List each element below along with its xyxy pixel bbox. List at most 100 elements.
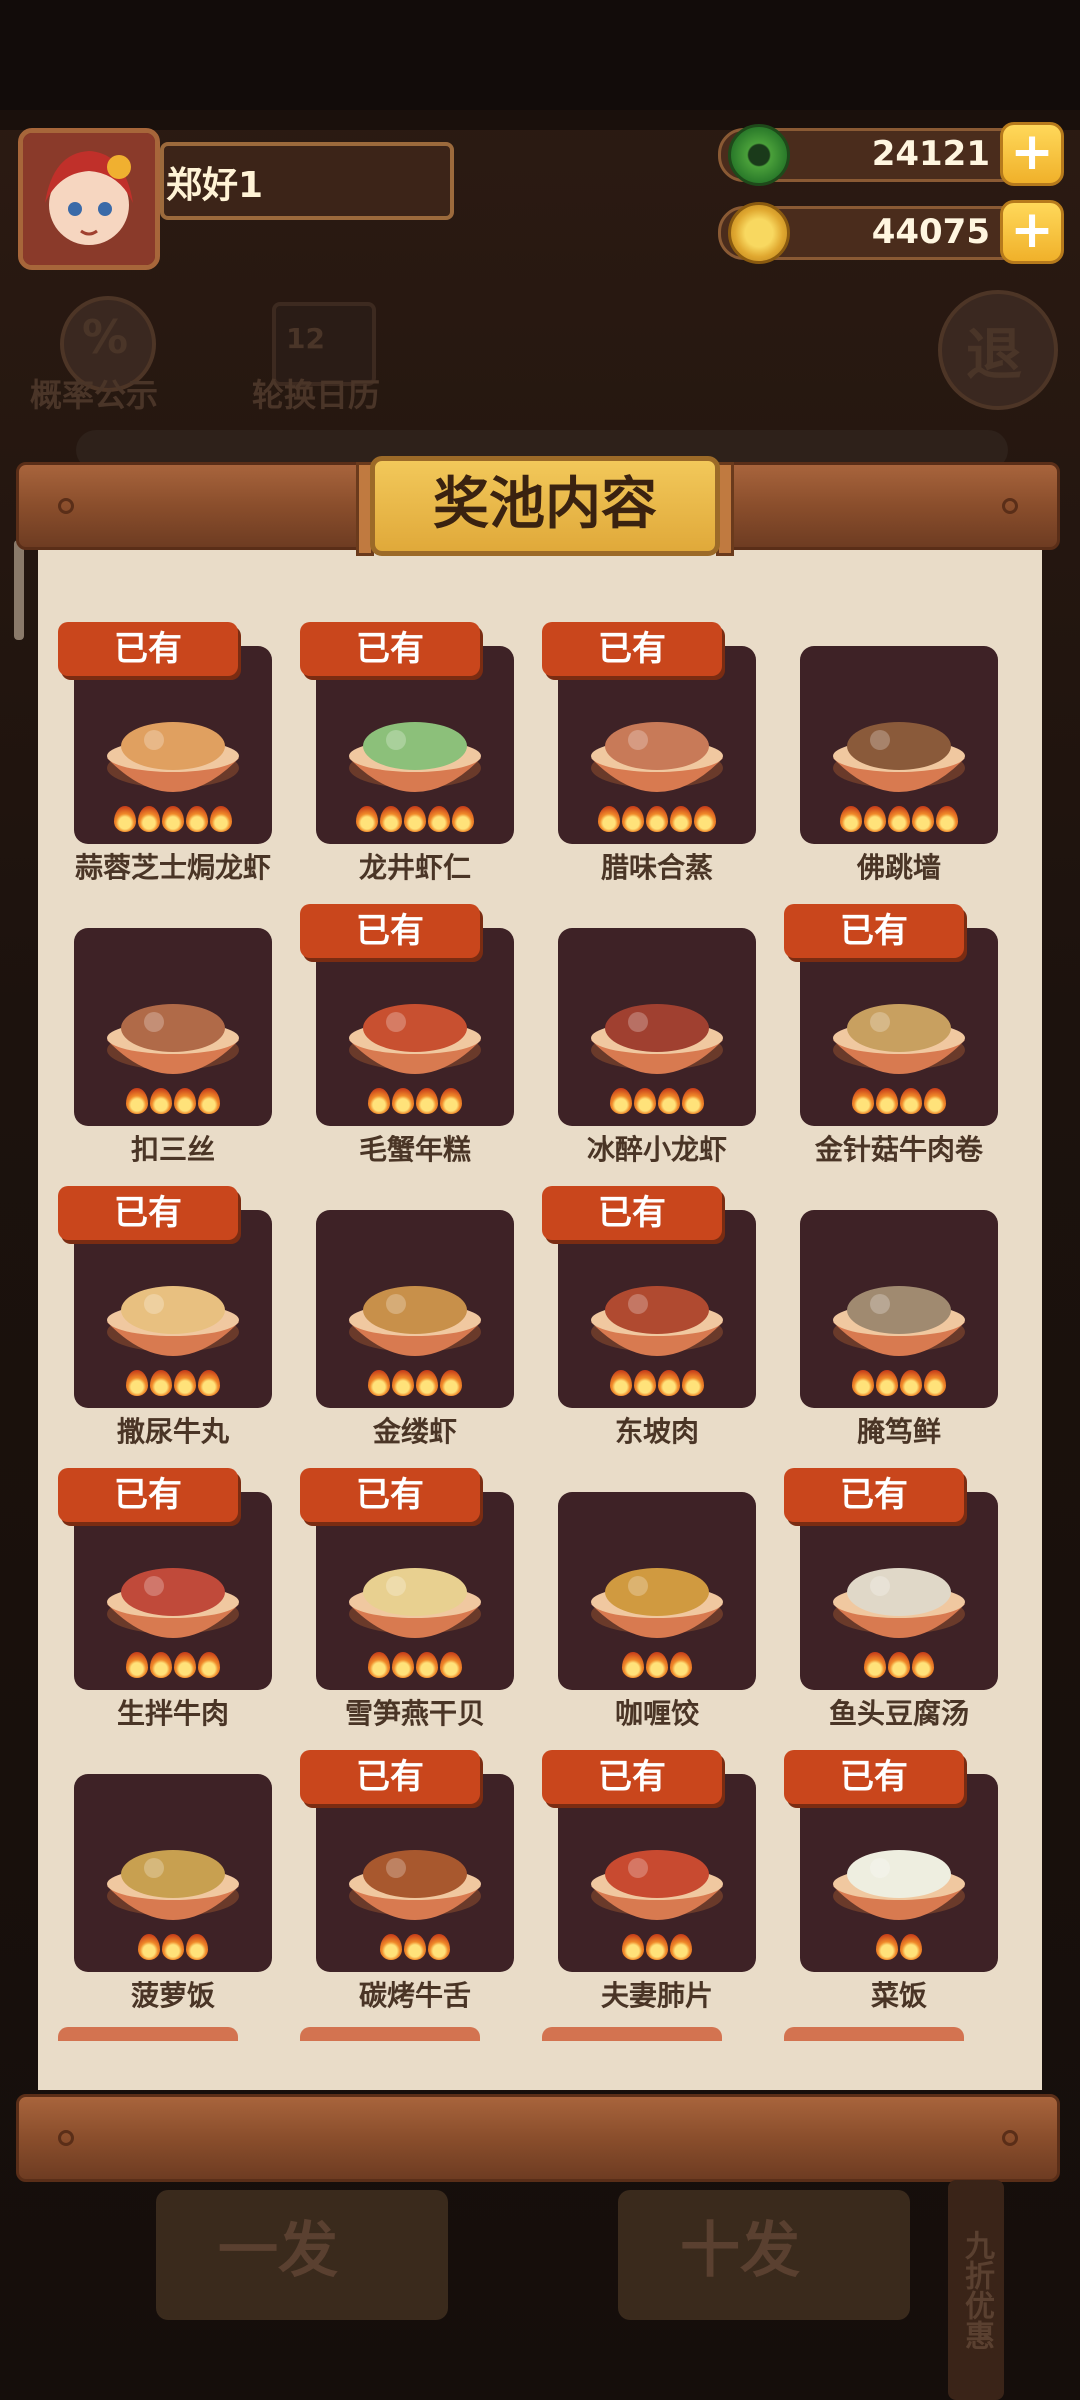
dish-card[interactable] (558, 1492, 756, 1690)
flame-icon (634, 1370, 656, 1396)
owned-badge: 已有 (542, 1750, 722, 1804)
dish-name: 金针菇牛肉卷 (814, 1133, 983, 1166)
dish-name: 东坡肉 (614, 1415, 699, 1448)
rarity-flames (558, 1652, 756, 1678)
dish-name: 撒尿牛丸 (116, 1415, 229, 1448)
flame-icon (912, 1652, 934, 1678)
flame-icon (174, 1370, 196, 1396)
jade-amount: 24121 (871, 134, 990, 174)
dish-name: 咖喱饺 (614, 1697, 699, 1730)
flame-icon (876, 1088, 898, 1114)
rarity-flames (316, 1934, 514, 1960)
flame-icon (126, 1370, 148, 1396)
dish-card[interactable] (74, 928, 272, 1126)
flame-icon (646, 1652, 668, 1678)
panel-title: 奖池内容 (370, 456, 720, 556)
flame-icon (658, 1088, 680, 1114)
rarity-flames (558, 806, 756, 832)
flame-icon (416, 1370, 438, 1396)
dish-name: 碳烤牛舌 (358, 1979, 471, 2012)
calendar-label[interactable]: 轮换日历 (252, 370, 380, 416)
flame-icon (368, 1652, 390, 1678)
rarity-flames (316, 1370, 514, 1396)
add-jade-button[interactable]: + (1000, 122, 1064, 186)
owned-badge: 已有 (58, 622, 238, 676)
owned-badge: 已有 (300, 904, 480, 958)
flame-icon (198, 1370, 220, 1396)
flame-icon (924, 1088, 946, 1114)
flame-icon (138, 1934, 160, 1960)
flame-icon (658, 1370, 680, 1396)
rod-nail (58, 498, 74, 514)
flame-icon (392, 1370, 414, 1396)
dish-name: 雪笋燕干贝 (344, 1697, 485, 1730)
single-draw-label: 一发 (218, 2216, 338, 2286)
flame-icon (682, 1370, 704, 1396)
probability-label[interactable]: 概率公示 (30, 370, 158, 416)
flame-icon (840, 806, 862, 832)
rarity-flames (558, 1934, 756, 1960)
rarity-flames (800, 1088, 998, 1114)
owned-badge: 已有 (300, 622, 480, 676)
flame-icon (416, 1088, 438, 1114)
flame-icon (936, 806, 958, 832)
dish-name: 菠萝饭 (130, 1979, 215, 2012)
flame-icon (888, 806, 910, 832)
owned-badge: 已有 (542, 1186, 722, 1240)
dish-card[interactable] (316, 1210, 514, 1408)
flame-icon (924, 1370, 946, 1396)
rarity-flames (316, 1652, 514, 1678)
dish-card[interactable] (800, 646, 998, 844)
add-coin-button[interactable]: + (1000, 200, 1064, 264)
flame-icon (380, 806, 402, 832)
dish-card[interactable] (558, 928, 756, 1126)
flame-icon (380, 1934, 402, 1960)
rarity-flames (74, 1934, 272, 1960)
rarity-flames (316, 806, 514, 832)
flame-icon (440, 1088, 462, 1114)
flame-icon (162, 1934, 184, 1960)
flame-icon (646, 1934, 668, 1960)
flame-icon (174, 1652, 196, 1678)
flame-icon (186, 1934, 208, 1960)
flame-icon (114, 806, 136, 832)
dish-name: 蒜蓉芝士焗龙虾 (74, 851, 271, 884)
dish-card[interactable] (74, 1774, 272, 1972)
dish-card[interactable] (800, 1210, 998, 1408)
flame-icon (864, 1652, 886, 1678)
exit-label: 退 (966, 323, 1022, 388)
owned-badge: 已有 (58, 1186, 238, 1240)
dish-name: 金缕虾 (372, 1415, 457, 1448)
flame-icon (622, 1652, 644, 1678)
percent-icon: % (82, 310, 129, 364)
flame-icon (598, 806, 620, 832)
flame-icon (646, 806, 668, 832)
owned-badge: 已有 (542, 622, 722, 676)
flame-icon (428, 1934, 450, 1960)
flame-icon (392, 1088, 414, 1114)
rarity-flames (800, 806, 998, 832)
rarity-flames (800, 1370, 998, 1396)
owned-badge: 已有 (300, 1468, 480, 1522)
flame-icon (150, 1088, 172, 1114)
rarity-flames (74, 1652, 272, 1678)
avatar[interactable] (18, 128, 160, 270)
flame-icon (864, 806, 886, 832)
scroll-indicator (14, 540, 24, 640)
dish-name: 冰醉小龙虾 (586, 1133, 727, 1166)
bottom-scroll-rod (16, 2094, 1060, 2182)
dish-name: 夫妻肺片 (600, 1979, 713, 2012)
flame-icon (150, 1652, 172, 1678)
flame-icon (210, 806, 232, 832)
rarity-flames (74, 806, 272, 832)
flame-icon (852, 1088, 874, 1114)
next-row-badge (58, 2027, 238, 2041)
flame-icon (670, 1652, 692, 1678)
flame-icon (186, 806, 208, 832)
dish-name: 龙井虾仁 (358, 851, 471, 884)
rod-nail (1002, 498, 1018, 514)
flame-icon (670, 1934, 692, 1960)
flame-icon (356, 806, 378, 832)
ten-draw-label: 十发 (680, 2216, 800, 2286)
owned-badge: 已有 (784, 1750, 964, 1804)
